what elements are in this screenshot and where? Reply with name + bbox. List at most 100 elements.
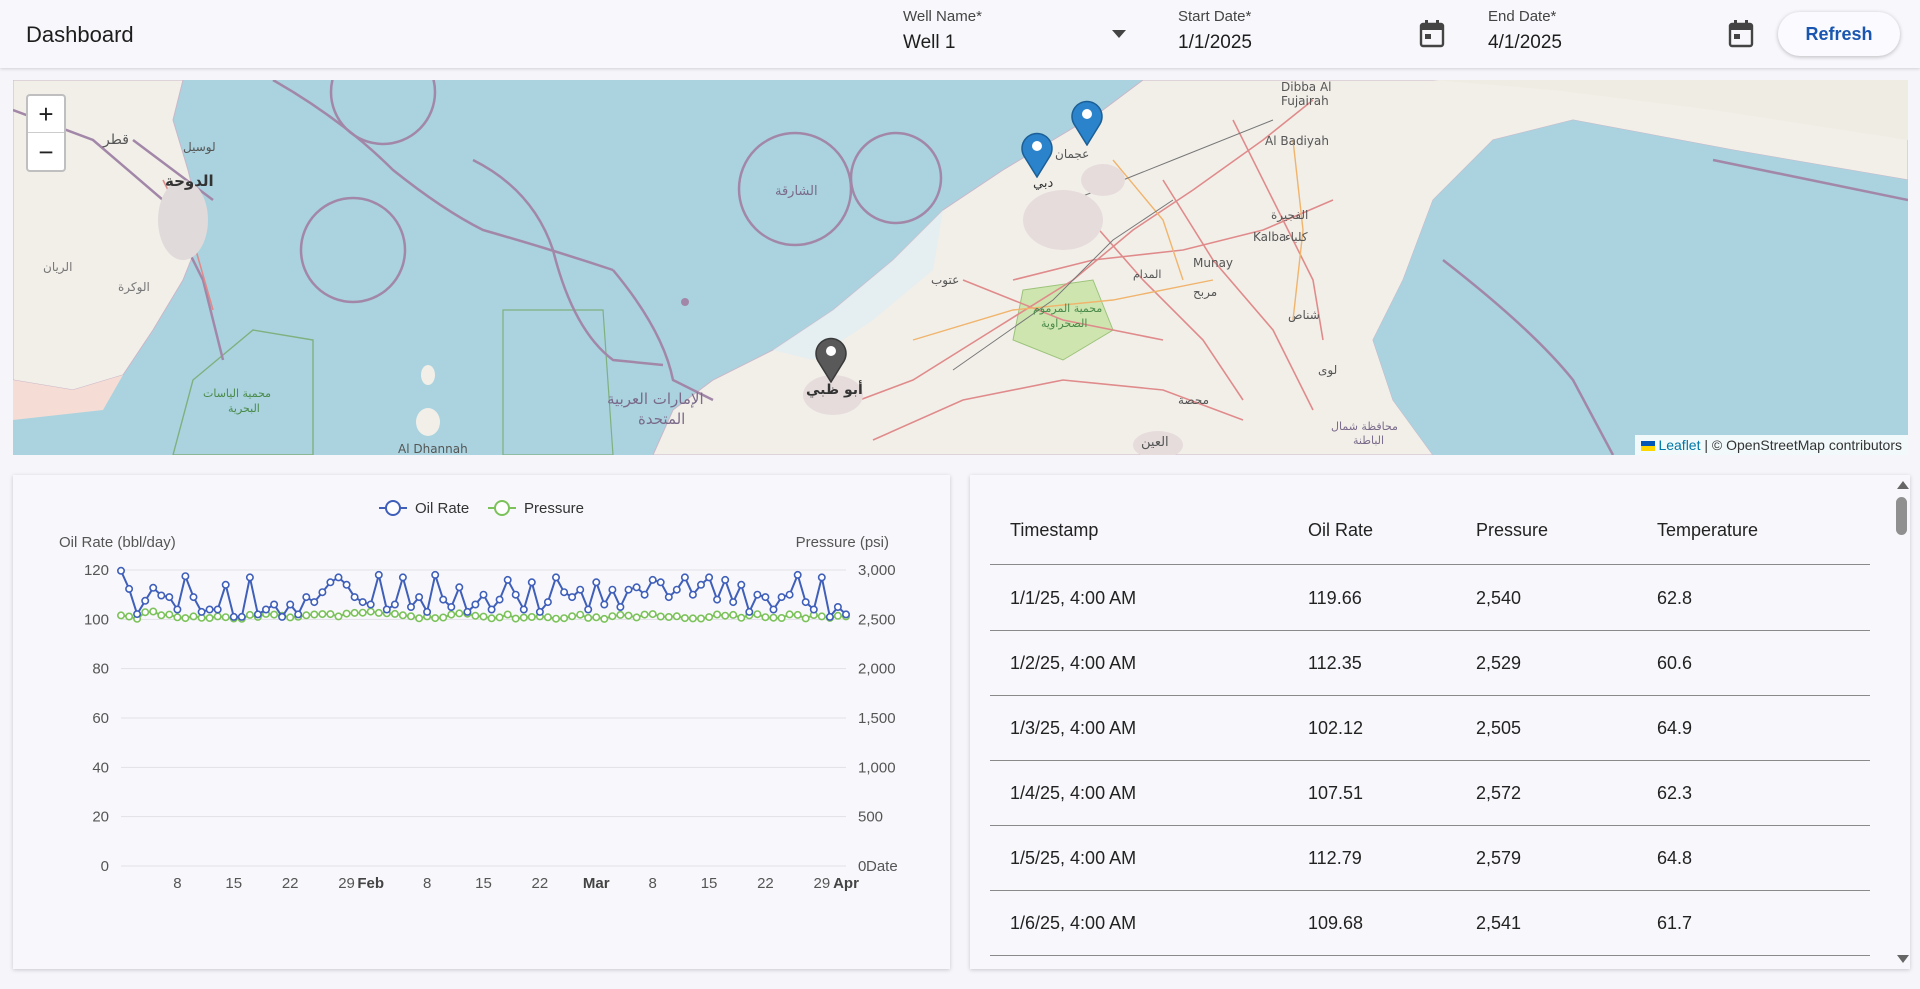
column-header-oil-rate[interactable]: Oil Rate	[1308, 520, 1373, 541]
x-tick: 22	[532, 875, 549, 892]
map-view[interactable]: قطر الدوحة لوسيل الريان الوكرة الشارقة ع…	[13, 80, 1908, 455]
oil-rate-point	[527, 578, 536, 587]
pressure-point	[245, 610, 254, 619]
oil-rate-point	[479, 590, 488, 599]
column-header-timestamp[interactable]: Timestamp	[1010, 520, 1098, 541]
map-label: Al Dhannah	[398, 442, 468, 455]
table-row[interactable]: 1/4/25, 4:00 AM 107.51 2,572 62.3	[990, 761, 1870, 826]
calendar-icon[interactable]	[1728, 20, 1754, 48]
pressure-point	[688, 614, 697, 623]
pressure-point	[527, 613, 536, 622]
map-label: لوسيل	[183, 140, 216, 154]
table-row[interactable]: 1/1/25, 4:00 AM 119.66 2,540 62.8	[990, 566, 1870, 631]
x-tick: 22	[282, 875, 299, 892]
pressure-point	[398, 611, 407, 620]
table-row[interactable]: 1/6/25, 4:00 AM 109.68 2,541 61.7	[990, 891, 1870, 956]
oil-rate-point	[334, 573, 343, 582]
oil-rate-point	[640, 590, 649, 599]
zoom-out-button[interactable]: −	[28, 134, 64, 171]
y-tick-left: 120	[84, 562, 109, 579]
refresh-button[interactable]: Refresh	[1778, 12, 1900, 56]
oil-rate-point	[745, 607, 754, 616]
pressure-point	[374, 608, 383, 617]
pressure-point	[350, 608, 359, 617]
oil-rate-point	[237, 612, 246, 621]
oil-rate-point	[535, 607, 544, 616]
app-bar: Dashboard Well Name* Well 1 Start Date* …	[0, 0, 1920, 68]
oil-rate-point	[560, 588, 569, 597]
oil-rate-point	[294, 610, 303, 619]
oil-rate-point	[769, 605, 778, 614]
pressure-point	[600, 614, 609, 623]
oil-rate-point	[310, 598, 319, 607]
oil-rate-point	[262, 605, 271, 614]
start-date-input[interactable]: 1/1/2025	[1178, 32, 1252, 54]
column-header-temperature[interactable]: Temperature	[1657, 520, 1758, 541]
well-name-value[interactable]: Well 1	[903, 32, 955, 54]
pressure-point	[640, 610, 649, 619]
map-pin-icon[interactable]	[1070, 98, 1104, 146]
map-label: محصة	[1178, 393, 1210, 407]
table-row[interactable]: 1/5/25, 4:00 AM 112.79 2,579 64.8	[990, 826, 1870, 891]
x-axis-label: Date	[866, 858, 898, 875]
oil-rate-point	[688, 590, 697, 599]
cell-pressure: 2,541	[1476, 913, 1522, 933]
oil-rate-point	[825, 612, 834, 621]
oil-rate-point	[423, 607, 432, 616]
pressure-point	[680, 614, 689, 623]
chart-legend[interactable]: Oil Rate Pressure	[379, 500, 584, 517]
y-tick-right: 2,000	[858, 661, 896, 678]
column-header-pressure[interactable]: Pressure	[1476, 520, 1548, 541]
oil-rate-point	[833, 603, 842, 612]
oil-rate-point	[785, 590, 794, 599]
scroll-thumb[interactable]	[1896, 497, 1907, 535]
oil-rate-point	[543, 598, 552, 607]
oil-rate-point	[761, 593, 770, 602]
y-tick-left: 100	[84, 611, 109, 628]
pressure-point	[125, 612, 134, 621]
table-row[interactable]: 1/3/25, 4:00 AM 102.12 2,505 64.9	[990, 696, 1870, 761]
scroll-down-arrow-icon[interactable]	[1897, 955, 1909, 963]
table-row[interactable]: 1/2/25, 4:00 AM 112.35 2,529 60.6	[990, 631, 1870, 696]
oil-rate-point	[801, 598, 810, 607]
oil-rate-point	[616, 603, 625, 612]
map-label: الدوحة	[165, 172, 214, 190]
cell-temperature: 64.9	[1657, 718, 1693, 738]
oil-rate-point	[463, 607, 472, 616]
pressure-point	[406, 612, 415, 621]
pressure-point	[342, 609, 351, 618]
well-name-select[interactable]: Well Name* Well 1	[903, 8, 1138, 60]
end-date-input[interactable]: 4/1/2025	[1488, 32, 1562, 54]
pressure-point	[737, 613, 746, 622]
oil-rate-point	[133, 610, 142, 619]
pressure-point	[817, 612, 826, 621]
cell-temperature: 60.6	[1657, 653, 1693, 673]
map-label: شناص	[1288, 308, 1320, 322]
cell-oil-rate: 119.66	[1308, 588, 1362, 608]
start-date-field[interactable]: Start Date* 1/1/2025	[1178, 8, 1448, 60]
zoom-in-button[interactable]: +	[28, 96, 64, 133]
map-label: Fujairah	[1281, 94, 1329, 108]
pressure-point	[672, 612, 681, 621]
map-label: محافظة شمال	[1331, 420, 1398, 433]
oil-rate-point	[366, 600, 375, 609]
pressure-point	[141, 608, 150, 617]
oil-rate-point	[672, 585, 681, 594]
map-pin-icon[interactable]	[814, 335, 848, 383]
pressure-point	[592, 613, 601, 622]
y-tick-right: 1,000	[858, 759, 896, 776]
pressure-point	[584, 613, 593, 622]
end-date-field[interactable]: End Date* 4/1/2025	[1488, 8, 1758, 60]
table-scrollbar[interactable]	[1893, 475, 1910, 969]
y-tick-right: 500	[858, 809, 883, 826]
chevron-down-icon[interactable]	[1111, 28, 1127, 40]
scroll-up-arrow-icon[interactable]	[1897, 481, 1909, 489]
pressure-point	[302, 611, 311, 620]
legend-oil-label: Oil Rate	[415, 500, 469, 517]
oil-rate-point	[382, 605, 391, 614]
calendar-icon[interactable]	[1419, 20, 1445, 48]
leaflet-link[interactable]: Leaflet	[1658, 437, 1700, 453]
oil-rate-point	[455, 583, 464, 592]
map-pin-icon[interactable]	[1020, 130, 1054, 178]
y-axis-right-label: Pressure (psi)	[796, 534, 889, 551]
